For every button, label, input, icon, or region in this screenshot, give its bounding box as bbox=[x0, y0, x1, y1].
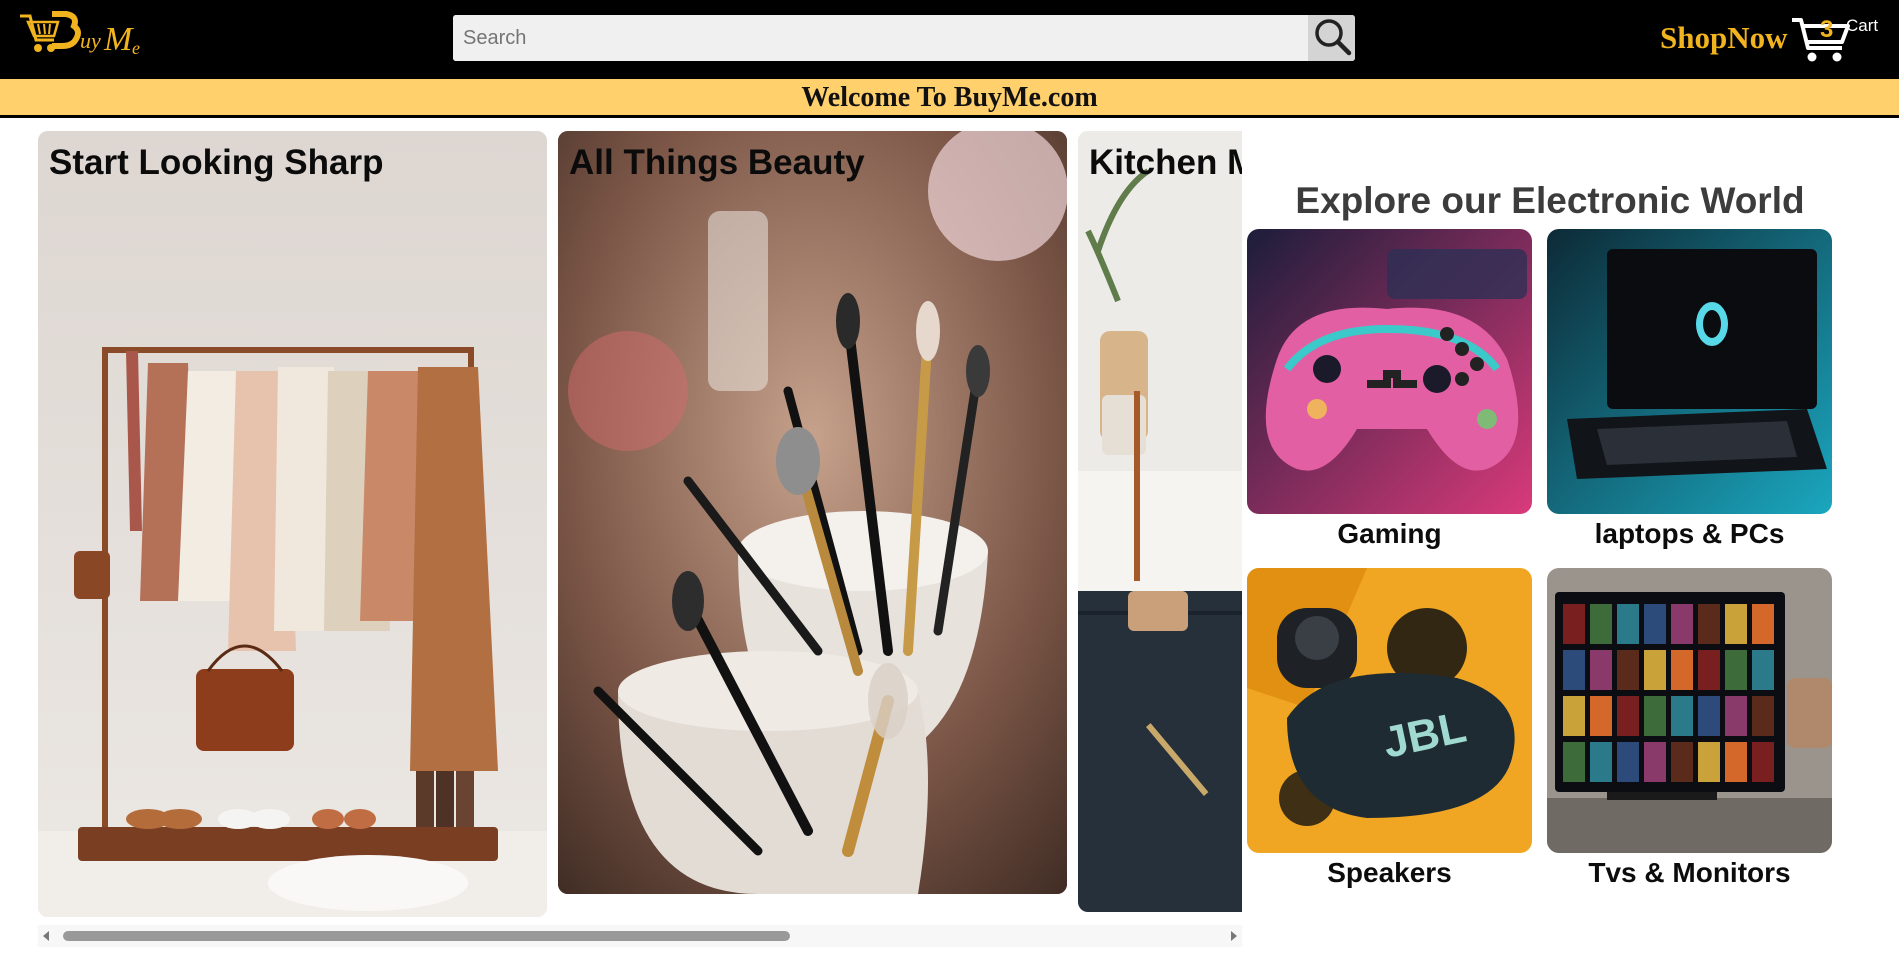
tv-poster-thumbnail bbox=[1725, 604, 1747, 644]
cart-label: Cart bbox=[1846, 16, 1879, 35]
tile-label: laptops & PCs bbox=[1594, 518, 1785, 549]
search-input[interactable] bbox=[453, 15, 1308, 61]
clothing-rack-image bbox=[38, 131, 547, 917]
tv-poster-thumbnail bbox=[1671, 696, 1693, 736]
tv-poster-thumbnail bbox=[1563, 696, 1585, 736]
tv-poster-thumbnail bbox=[1752, 742, 1774, 782]
tv-poster-thumbnail bbox=[1590, 742, 1612, 782]
electronics-tile-gaming[interactable]: Gaming bbox=[1247, 229, 1532, 550]
category-carousel: Start Looking Sharp All Things Beauty Ki… bbox=[38, 130, 1242, 920]
jbl-speaker-image: JBL bbox=[1247, 568, 1532, 853]
scroll-left-arrow-icon[interactable] bbox=[43, 931, 49, 941]
laptop-image bbox=[1547, 229, 1832, 514]
tile-label: Gaming bbox=[1337, 518, 1442, 549]
game-controller-image bbox=[1247, 229, 1532, 514]
category-card[interactable]: All Things Beauty bbox=[558, 131, 1067, 894]
tv-poster-thumbnail bbox=[1671, 742, 1693, 782]
tv-poster-thumbnail bbox=[1563, 604, 1585, 644]
tv-poster-thumbnail bbox=[1752, 650, 1774, 690]
tv-poster-thumbnail bbox=[1644, 650, 1666, 690]
cart-button[interactable]: 3 Cart bbox=[1790, 10, 1895, 66]
category-title: Start Looking Sharp bbox=[49, 143, 384, 182]
category-title: Kitchen M bbox=[1089, 143, 1242, 182]
makeup-brushes-image bbox=[558, 131, 1067, 894]
cart-count-badge: 3 bbox=[1820, 16, 1834, 43]
tv-poster-thumbnail bbox=[1671, 604, 1693, 644]
tv-poster-thumbnail bbox=[1617, 696, 1639, 736]
tv-poster-thumbnail bbox=[1617, 604, 1639, 644]
electronics-tile-speakers[interactable]: JBL Speakers bbox=[1247, 568, 1532, 889]
shop-now-link[interactable]: ShopNow bbox=[1660, 18, 1788, 58]
tv-poster-thumbnail bbox=[1752, 604, 1774, 644]
category-card[interactable]: Start Looking Sharp bbox=[38, 131, 547, 917]
electronics-tile-laptops[interactable]: laptops & PCs bbox=[1547, 229, 1832, 550]
carousel-scrollbar[interactable] bbox=[38, 925, 1242, 947]
search-icon bbox=[1312, 16, 1352, 61]
tv-poster-thumbnail bbox=[1590, 650, 1612, 690]
tv-poster-thumbnail bbox=[1725, 742, 1747, 782]
tv-poster-thumbnail bbox=[1563, 742, 1585, 782]
tv-poster-thumbnail bbox=[1563, 650, 1585, 690]
tv-poster-thumbnail bbox=[1725, 696, 1747, 736]
category-card[interactable]: Kitchen M bbox=[1078, 131, 1242, 912]
svg-text:M: M bbox=[103, 21, 134, 58]
svg-text:e: e bbox=[132, 38, 140, 58]
buyme-logo[interactable]: uy M e bbox=[18, 10, 148, 62]
top-navbar: uy M e ShopNow 3 Cart bbox=[0, 0, 1899, 79]
svg-text:uy: uy bbox=[80, 28, 101, 53]
electronics-section-title: Explore our Electronic World bbox=[1295, 180, 1805, 221]
scrollbar-thumb[interactable] bbox=[63, 931, 790, 941]
tv-poster-thumbnail bbox=[1752, 696, 1774, 736]
search-button[interactable] bbox=[1308, 15, 1355, 61]
tv-poster-thumbnail bbox=[1671, 650, 1693, 690]
tile-label: Tvs & Monitors bbox=[1588, 857, 1791, 888]
tv-poster-thumbnail bbox=[1590, 604, 1612, 644]
tv-poster-thumbnail bbox=[1698, 696, 1720, 736]
tv-poster-thumbnail bbox=[1644, 742, 1666, 782]
tv-poster-thumbnail bbox=[1698, 742, 1720, 782]
tv-poster-thumbnail bbox=[1698, 604, 1720, 644]
tile-label: Speakers bbox=[1327, 857, 1452, 888]
tv-poster-thumbnail bbox=[1617, 742, 1639, 782]
search-bar bbox=[453, 15, 1355, 61]
smart-tv-image bbox=[1547, 568, 1832, 853]
electronics-tile-tvs[interactable]: Tvs & Monitors bbox=[1547, 568, 1832, 889]
kitchen-counter-image bbox=[1078, 131, 1242, 912]
scroll-right-arrow-icon[interactable] bbox=[1231, 931, 1237, 941]
tv-poster-thumbnail bbox=[1590, 696, 1612, 736]
tv-poster-thumbnail bbox=[1644, 696, 1666, 736]
welcome-banner: Welcome To BuyMe.com bbox=[0, 79, 1899, 118]
tv-poster-thumbnail bbox=[1698, 650, 1720, 690]
welcome-text: Welcome To BuyMe.com bbox=[801, 82, 1098, 113]
tv-poster-thumbnail bbox=[1617, 650, 1639, 690]
category-title: All Things Beauty bbox=[569, 143, 865, 182]
tv-poster-thumbnail bbox=[1725, 650, 1747, 690]
tv-poster-thumbnail bbox=[1644, 604, 1666, 644]
